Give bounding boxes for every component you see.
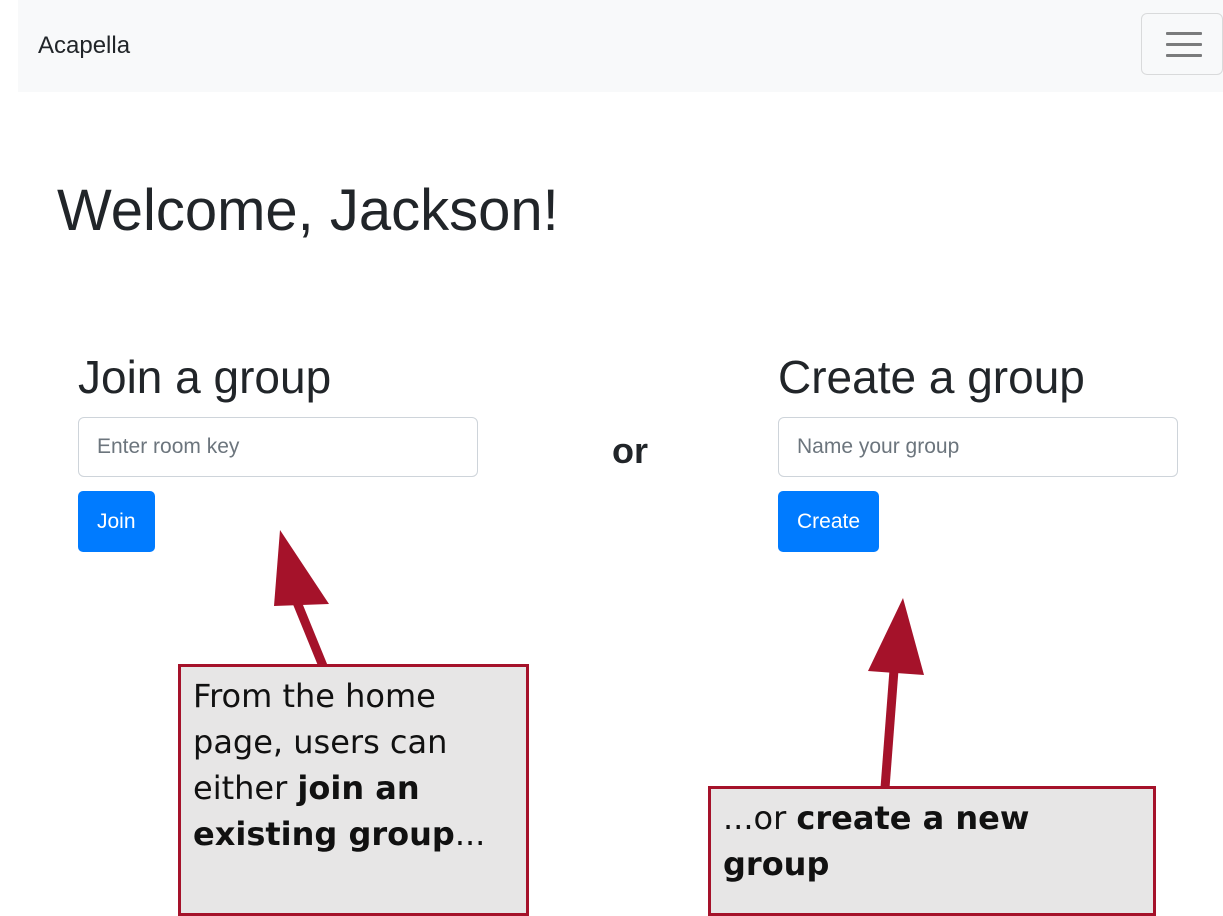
join-callout-bold: existing group bbox=[193, 815, 455, 853]
create-callout-line: ...or create a new bbox=[723, 795, 1141, 841]
create-callout-bold: group bbox=[723, 845, 830, 883]
join-callout-text: either bbox=[193, 769, 298, 807]
page: Acapella Welcome, Jackson! Join a group … bbox=[0, 0, 1223, 916]
join-callout-text: ... bbox=[454, 815, 486, 853]
create-arrow-shaft bbox=[880, 669, 899, 789]
create-callout-bold: create a new bbox=[796, 799, 1030, 837]
join-callout-line: From the home bbox=[193, 677, 436, 715]
create-arrow-head-icon bbox=[868, 598, 924, 675]
create-callout: ...or create a new group bbox=[708, 786, 1156, 916]
join-callout-line: page, users can bbox=[193, 723, 448, 761]
create-callout-line: group bbox=[723, 841, 1141, 887]
join-callout: From the home page, users can either joi… bbox=[178, 664, 529, 916]
join-callout-line: existing group... bbox=[193, 811, 514, 857]
join-callout-bold: join an bbox=[297, 769, 420, 807]
join-arrow-head-icon bbox=[274, 530, 329, 606]
create-callout-text: ...or bbox=[723, 799, 797, 837]
join-callout-line: either join an bbox=[193, 765, 514, 811]
